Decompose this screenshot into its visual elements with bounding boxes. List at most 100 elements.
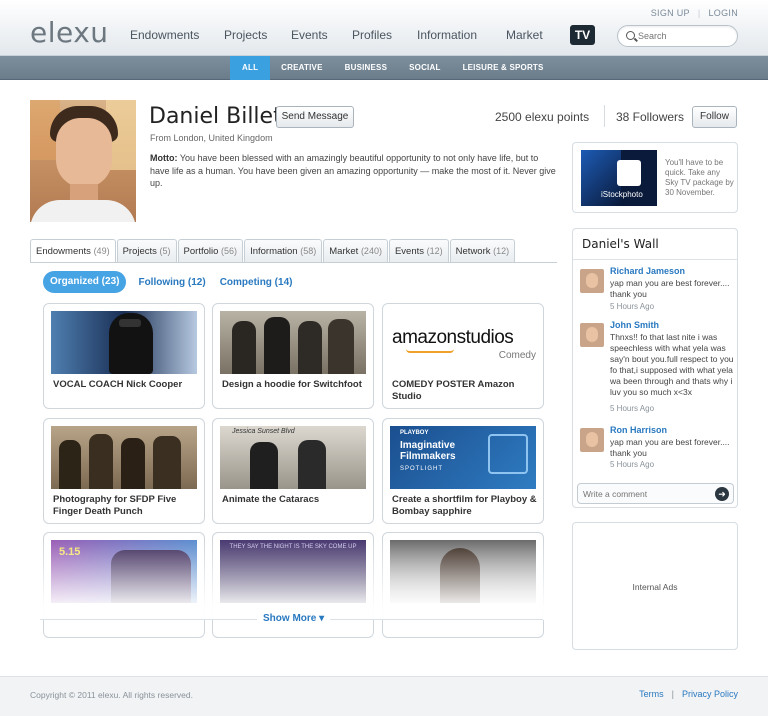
tab-network[interactable]: Network (12) <box>449 239 516 262</box>
followers-count[interactable]: 38 Followers <box>616 110 684 124</box>
show-more-button[interactable]: Show More ▾ <box>257 613 331 624</box>
endowment-filters: Organized (23) Following (12) Competing … <box>43 271 306 293</box>
category-leisure-sports[interactable]: LEISURE & SPORTS <box>452 56 555 80</box>
card-thumb-text: 5.15 <box>59 546 81 558</box>
nav-events[interactable]: Events <box>291 28 328 42</box>
tab-label: Projects <box>122 246 157 257</box>
internal-ads[interactable]: Internal Ads <box>572 522 738 650</box>
nav-endowments[interactable]: Endowments <box>130 28 199 42</box>
tab-label: Endowments <box>36 246 91 257</box>
category-nav: ALL CREATIVE BUSINESS SOCIAL LEISURE & S… <box>0 56 768 80</box>
wall-post: Ron Harrison yap man you are best foreve… <box>580 425 735 475</box>
card-thumb-line3: SPOTLIGHT <box>400 466 444 472</box>
card-title: VOCAL COACH Nick Cooper <box>53 379 183 390</box>
search-icon <box>626 31 635 40</box>
nav-projects[interactable]: Projects <box>224 28 267 42</box>
signup-link[interactable]: SIGN UP <box>651 8 690 18</box>
tab-portfolio[interactable]: Portfolio (56) <box>177 239 244 262</box>
card-thumbnail: THEY SAY THE NIGHT IS THE SKY COME UP <box>220 540 366 603</box>
page-root: { "toplinks": { "signup": "SIGN UP", "se… <box>0 0 768 716</box>
filter-organized[interactable]: Organized (23) <box>43 271 127 293</box>
motto-text: You have been blessed with an amazingly … <box>150 153 556 188</box>
post-text: yap man you are best forever.... thank y… <box>610 437 730 458</box>
tab-label: Network <box>455 246 491 257</box>
card-thumb-text: Jessica Sunset Blvd <box>232 428 295 435</box>
amazon-studios-logo: amazonstudios <box>392 327 514 348</box>
toplinks-separator: | <box>697 8 701 18</box>
search-box[interactable] <box>617 25 738 47</box>
post-text: yap man you are best forever.... thank y… <box>610 278 730 299</box>
card-thumbnail <box>390 540 536 603</box>
avatar[interactable] <box>580 269 604 293</box>
tab-events[interactable]: Events (12) <box>388 239 449 262</box>
card-title: COMEDY POSTER Amazon Studio <box>392 379 515 402</box>
post-author[interactable]: Richard Jameson <box>610 266 685 276</box>
tab-information[interactable]: Information (58) <box>244 239 323 262</box>
post-author[interactable]: John Smith <box>610 320 659 330</box>
send-message-button[interactable]: Send Message <box>276 106 354 128</box>
tab-projects[interactable]: Projects (5) <box>116 239 177 262</box>
sky-tv-ad[interactable]: iStockphoto You'll have to be quick. Tak… <box>572 142 738 213</box>
endowment-card[interactable]: PLAYBOY Imaginative Filmmakers SPOTLIGHT… <box>382 418 544 524</box>
card-title: Create a shortfilm for Playboy & Bombay … <box>392 494 537 517</box>
category-business[interactable]: BUSINESS <box>334 56 399 80</box>
card-thumbnail: amazonstudios Comedy <box>390 311 536 374</box>
endowment-card[interactable]: Design a hoodie for Switchfoot <box>212 303 374 409</box>
profile-name: Daniel Billett <box>149 104 291 129</box>
card-title: Animate the Cataracs <box>222 494 320 505</box>
profile-avatar <box>30 100 136 222</box>
endowment-card[interactable]: Photography for SFDP Five Finger Death P… <box>43 418 205 524</box>
avatar[interactable] <box>580 323 604 347</box>
stats-divider <box>604 105 605 127</box>
card-thumbnail <box>51 311 197 374</box>
site-logo[interactable]: elexu <box>30 18 109 48</box>
login-link[interactable]: LOGIN <box>708 8 738 18</box>
wall-title: Daniel's Wall <box>582 237 659 251</box>
card-thumbnail: PLAYBOY Imaginative Filmmakers SPOTLIGHT <box>390 426 536 489</box>
motto-label: Motto: <box>150 153 178 163</box>
tab-label: Information <box>250 246 298 257</box>
endowment-card[interactable]: amazonstudios Comedy COMEDY POSTER Amazo… <box>382 303 544 409</box>
category-creative[interactable]: CREATIVE <box>270 56 333 80</box>
profile-tabs: Endowments (49) Projects (5) Portfolio (… <box>30 239 516 263</box>
filter-following[interactable]: Following (12) <box>138 277 205 288</box>
ad-image-label: iStockphoto <box>601 190 643 199</box>
tab-count: (56) <box>221 246 238 256</box>
card-thumbnail <box>51 426 197 489</box>
arrow-right-icon[interactable]: ➜ <box>715 487 729 501</box>
tab-endowments[interactable]: Endowments (49) <box>30 239 116 263</box>
endowment-card[interactable] <box>382 532 544 638</box>
tab-count: (240) <box>360 246 382 256</box>
post-author[interactable]: Ron Harrison <box>610 425 667 435</box>
endowment-card[interactable]: 5.15 <box>43 532 205 638</box>
tv-button[interactable]: TV <box>570 25 595 45</box>
endowment-card[interactable]: Jessica Sunset Blvd Animate the Cataracs <box>212 418 374 524</box>
tab-count: (5) <box>159 246 171 256</box>
avatar[interactable] <box>580 428 604 452</box>
comment-box[interactable]: ➜ <box>577 483 734 504</box>
ad-image[interactable]: iStockphoto <box>581 150 657 206</box>
nav-profiles[interactable]: Profiles <box>352 28 392 42</box>
category-social[interactable]: SOCIAL <box>398 56 451 80</box>
follow-button[interactable]: Follow <box>692 106 737 128</box>
card-thumb-line2: Imaginative Filmmakers <box>400 440 456 462</box>
terms-link[interactable]: Terms <box>639 689 664 699</box>
comment-input[interactable] <box>583 487 713 501</box>
category-all[interactable]: ALL <box>230 56 271 80</box>
card-thumb-line1: PLAYBOY <box>400 430 429 436</box>
privacy-link[interactable]: Privacy Policy <box>682 689 738 699</box>
footer-separator: | <box>671 689 674 699</box>
footer-links: Terms | Privacy Policy <box>639 689 738 699</box>
post-time: 5 Hours Ago <box>610 404 655 413</box>
nav-market[interactable]: Market <box>506 28 543 42</box>
wall-post: John Smith Thnxs!! fo that last nite i w… <box>580 320 735 420</box>
elexu-points: 2500 elexu points <box>495 110 590 124</box>
filter-competing[interactable]: Competing (14) <box>220 277 293 288</box>
tab-label: Portfolio <box>183 246 219 257</box>
search-input[interactable] <box>638 29 732 43</box>
nav-information[interactable]: Information <box>417 28 477 42</box>
endowment-card[interactable]: VOCAL COACH Nick Cooper <box>43 303 205 409</box>
tab-count: (58) <box>300 246 317 256</box>
profile-wall: Daniel's Wall Richard Jameson yap man yo… <box>572 228 738 508</box>
tab-market[interactable]: Market (240) <box>323 239 388 262</box>
